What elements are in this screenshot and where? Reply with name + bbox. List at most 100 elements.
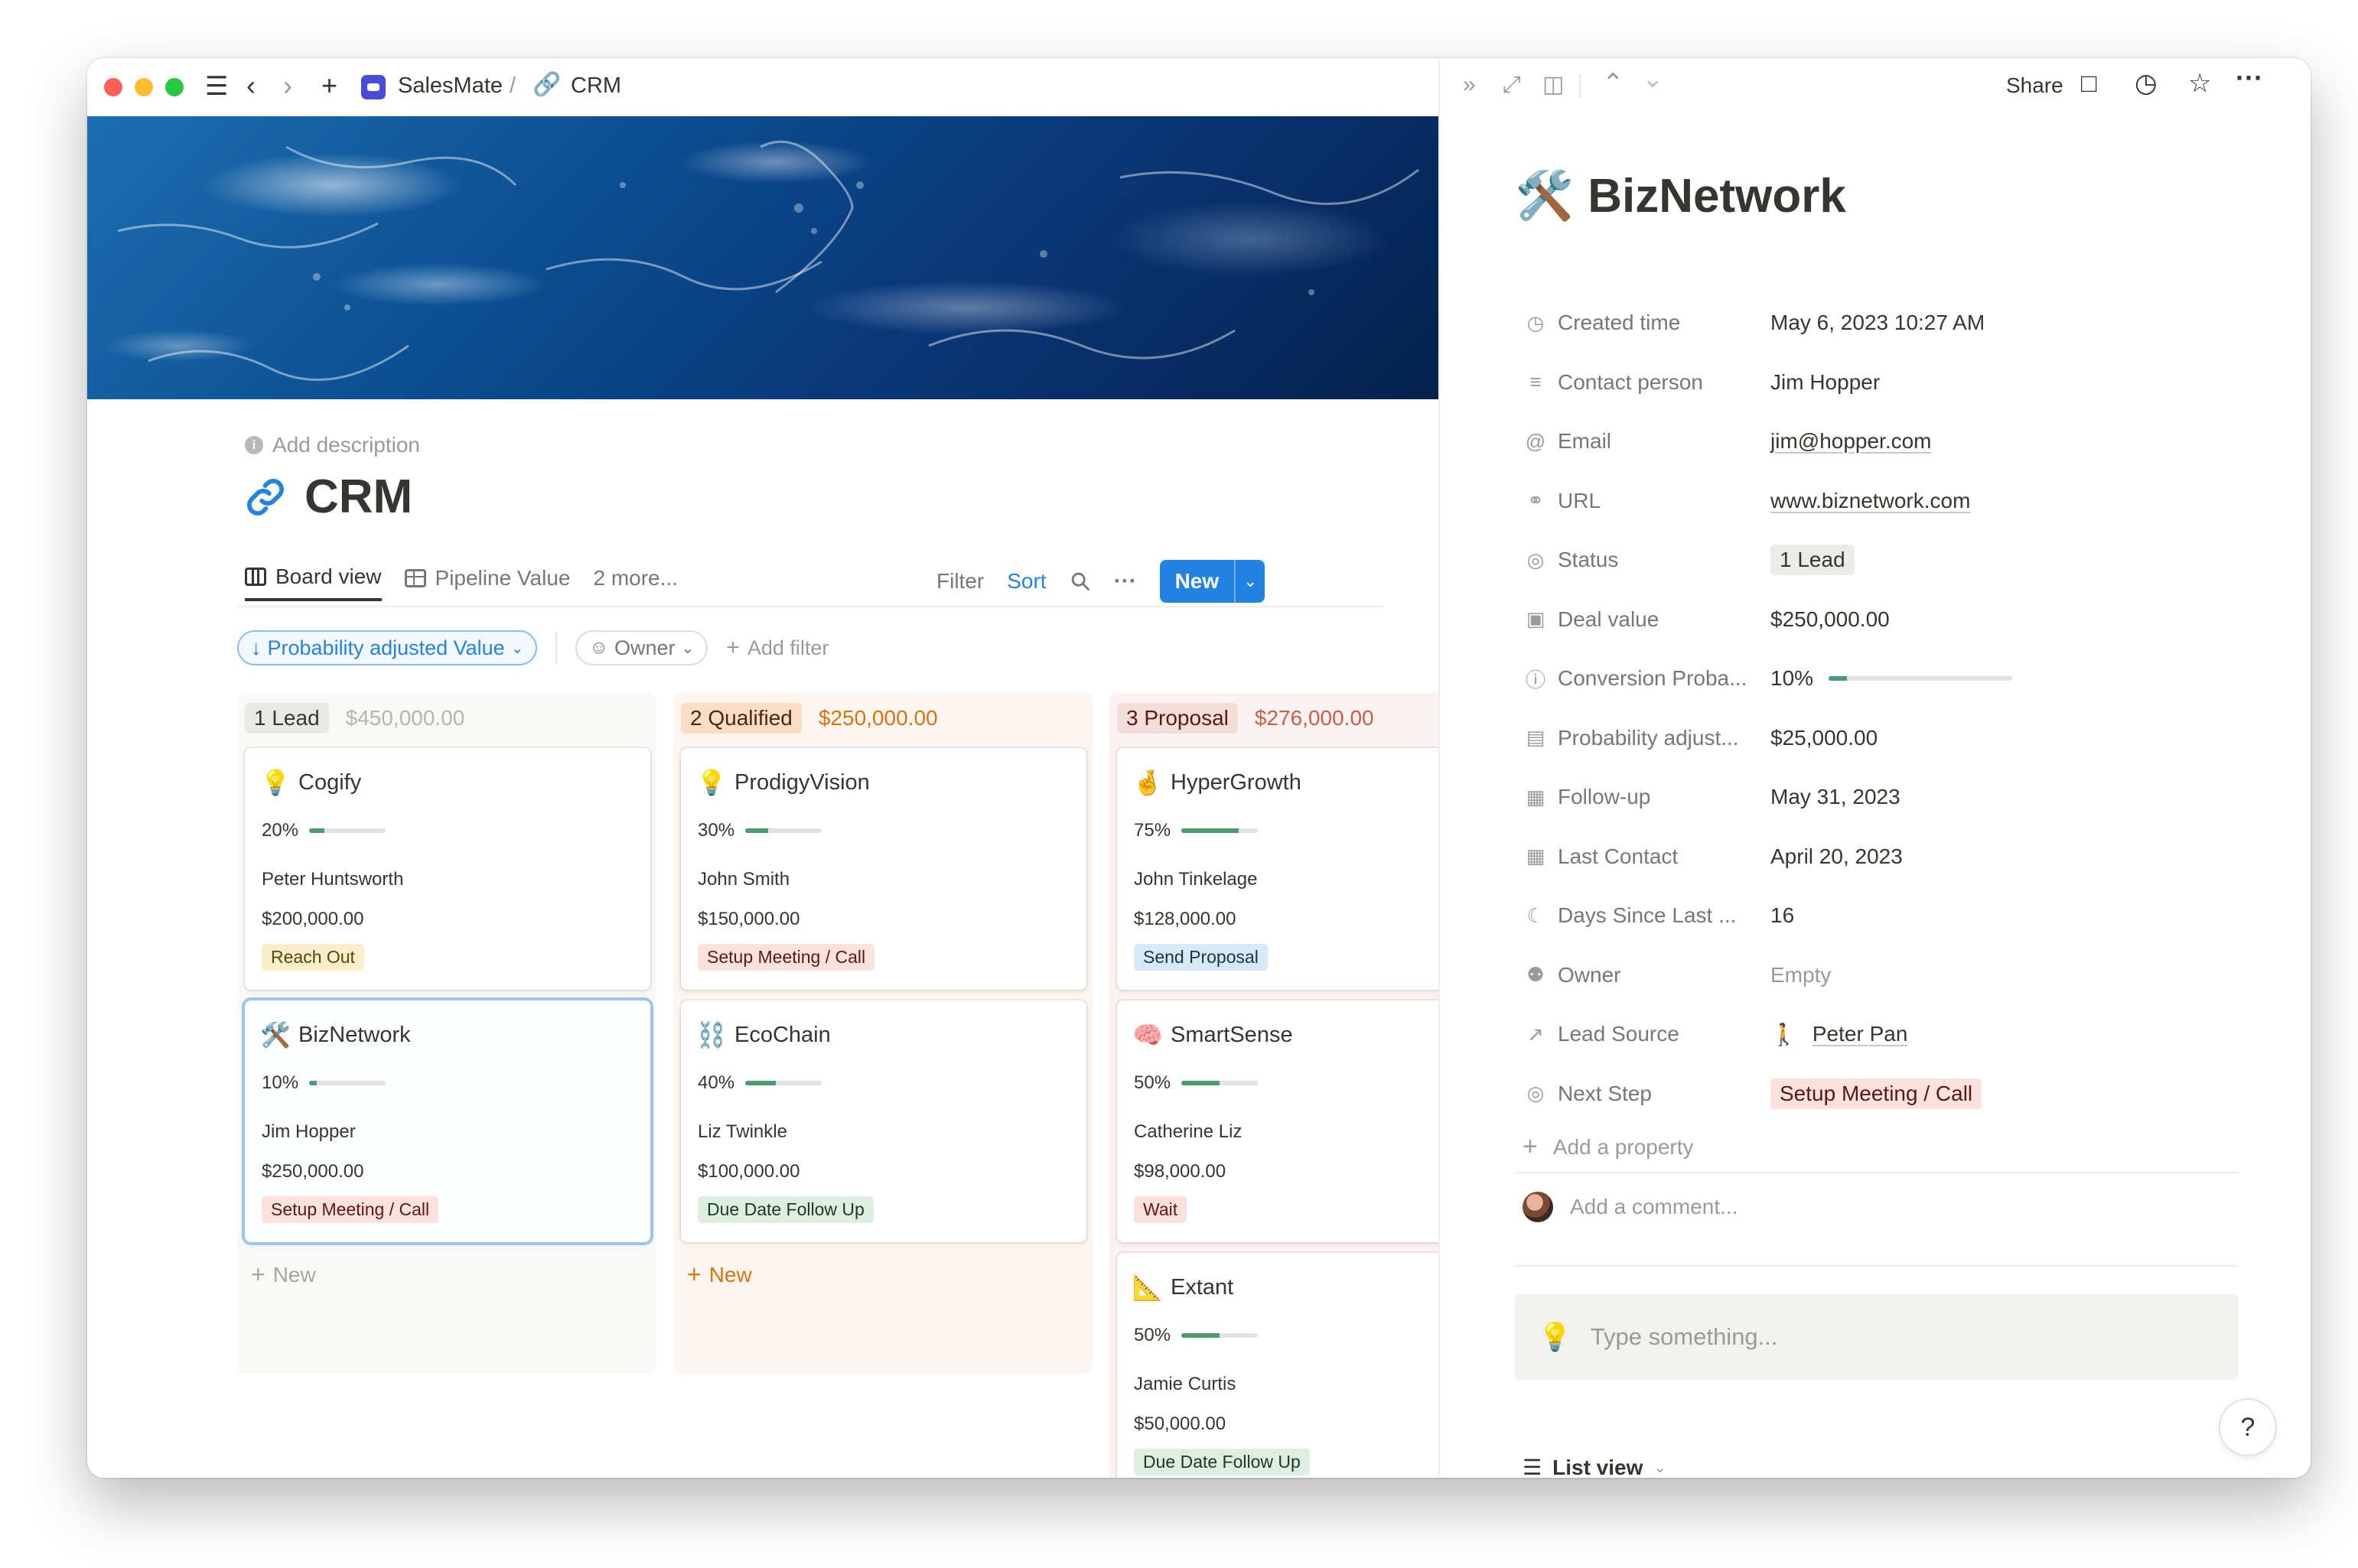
board-card[interactable]: 🛠️ BizNetwork 10% Jim Hopper $250,000.00 Setu… [245, 1000, 650, 1242]
close-panel-icon[interactable]: » [1463, 73, 1476, 96]
probability-bar-fill [1181, 1081, 1220, 1085]
property-value[interactable]: jim@hopper.com [1770, 429, 1932, 454]
search-icon[interactable] [1070, 571, 1091, 592]
tabs-divider [237, 606, 1383, 607]
property-row[interactable]: ≡ Contact person Jim Hopper [1523, 359, 2257, 405]
side-peek-icon[interactable]: ◫ [1542, 73, 1564, 96]
record-title-text[interactable]: BizNetwork [1588, 169, 1846, 223]
column-status-tag[interactable]: 2 Qualified [681, 703, 802, 734]
more-options-icon[interactable]: ··· [2236, 64, 2263, 92]
board-icon [245, 568, 266, 586]
more-options-icon[interactable]: ··· [1114, 568, 1137, 594]
property-name: Probability adjust... [1558, 725, 1739, 750]
arrow-icon: ↗ [1527, 1022, 1544, 1046]
comment-placeholder: Add a comment... [1570, 1195, 1738, 1218]
probability-label: 20% [262, 820, 299, 841]
plus-icon[interactable]: + [321, 72, 337, 99]
card-title-text: EcoChain [734, 1022, 831, 1047]
probability-bar [1181, 828, 1259, 833]
chevron-down-icon[interactable]: ⌄ [1642, 66, 1664, 92]
property-value[interactable]: www.biznetwork.com [1770, 489, 1970, 513]
property-name: URL [1558, 488, 1601, 512]
card-title: 📐 Extant [1132, 1273, 1233, 1302]
property-row[interactable]: ⓘ Conversion Proba... 10% [1523, 656, 2257, 701]
back-icon[interactable]: ‹ [246, 72, 256, 99]
property-value-text[interactable]: jim@hopper.com [1770, 429, 1932, 454]
toolbar-divider [1579, 75, 1581, 98]
property-value: May 31, 2023 [1770, 785, 1900, 809]
board-card[interactable]: ⛓️ EcoChain 40% Liz Twinkle $100,000.00 Due D… [681, 1000, 1086, 1242]
card-title: 💡 Cogify [260, 768, 361, 797]
board-card[interactable]: 💡 ProdigyVision 30% John Smith $150,000.00 Se… [681, 748, 1086, 990]
property-row[interactable]: @ Email jim@hopper.com [1523, 418, 2257, 464]
sort-pill[interactable]: ↓ Probability adjusted Value ⌄ [237, 630, 538, 665]
add-description-button[interactable]: i Add description [245, 433, 420, 457]
probability-bar-fill [745, 1081, 777, 1085]
chevron-up-icon[interactable]: ⌃ [1602, 70, 1624, 96]
tab-pipeline-value[interactable]: Pipeline Value [404, 555, 570, 601]
property-name: Last Contact [1558, 844, 1679, 868]
property-row[interactable]: ▦ Last Contact April 20, 2023 [1523, 834, 2257, 880]
add-property-button[interactable]: + Add a property [1523, 1132, 1694, 1162]
add-card-button[interactable]: + New [687, 1261, 752, 1289]
add-card-button[interactable]: + New [251, 1261, 316, 1289]
list-view-label: List view [1552, 1455, 1643, 1479]
minimize-window-button[interactable] [135, 78, 153, 96]
property-row[interactable]: ⚭ URL www.biznetwork.com [1523, 478, 2257, 524]
view-toolbar: Filter Sort ··· New ⌄ [936, 560, 1265, 603]
property-value-text[interactable]: www.biznetwork.com [1770, 489, 1970, 513]
breadcrumb-page[interactable]: CRM [571, 73, 621, 99]
tab-board-view[interactable]: Board view [245, 555, 382, 601]
sort-button[interactable]: Sort [1007, 569, 1046, 594]
owner-filter-pill[interactable]: ☺ Owner ⌄ [575, 630, 708, 665]
property-value-text: Empty [1770, 962, 1832, 987]
workspace-logo [361, 75, 386, 99]
property-name: Conversion Proba... [1558, 666, 1747, 690]
property-row[interactable]: ⚉ Owner Empty [1523, 952, 2257, 998]
property-value[interactable]: 🚶 Peter Pan [1770, 1022, 1907, 1047]
comment-icon[interactable]: □ [2081, 70, 2097, 96]
board-card[interactable]: 🧠 SmartSense 50% Catherine Liz $98,000.00 Wai… [1117, 1000, 1438, 1242]
maximize-window-button[interactable] [165, 78, 184, 96]
property-value[interactable]: 10% [1770, 666, 2013, 691]
column-status-tag[interactable]: 1 Lead [245, 703, 329, 734]
page-body-input[interactable]: 💡 Type something... [1515, 1294, 2239, 1380]
tab-more-views[interactable]: 2 more... [593, 555, 677, 601]
board-card[interactable]: 📐 Extant 50% Jamie Curtis $50,000.00 Due Date… [1117, 1253, 1438, 1478]
share-button[interactable]: Share [2006, 73, 2063, 98]
property-row[interactable]: ▤ Probability adjust... $25,000.00 [1523, 715, 2257, 761]
menu-icon[interactable]: ☰ [205, 73, 228, 99]
add-filter-button[interactable]: + Add filter [726, 635, 829, 661]
add-card-label: New [708, 1262, 752, 1287]
forward-icon[interactable]: › [283, 72, 292, 99]
property-row[interactable]: ↗ Lead Source 🚶 Peter Pan [1523, 1011, 2257, 1057]
column-status-tag[interactable]: 3 Proposal [1117, 703, 1238, 734]
property-value[interactable]: Setup Meeting / Call [1770, 1078, 1982, 1109]
property-value[interactable]: Empty [1770, 963, 1831, 987]
help-button[interactable]: ? [2220, 1400, 2275, 1455]
property-row[interactable]: ▣ Deal value $250,000.00 [1523, 597, 2257, 642]
card-deal-value: $100,000.00 [698, 1161, 800, 1182]
new-record-button[interactable]: New ⌄ [1159, 560, 1265, 603]
property-value-text: 1 Lead [1770, 545, 1855, 575]
expand-icon[interactable]: ⤢ [1503, 73, 1521, 96]
star-icon[interactable]: ☆ [2188, 70, 2211, 96]
tools-icon[interactable]: 🛠️ [1515, 168, 1574, 224]
property-row[interactable]: ☾ Days Since Last ... 16 [1523, 893, 2257, 939]
filter-button[interactable]: Filter [936, 569, 984, 594]
breadcrumb-workspace[interactable]: SalesMate [398, 73, 503, 99]
chevron-down-icon[interactable]: ⌄ [1234, 560, 1265, 603]
list-view-selector[interactable]: ☰ List view ⌄ [1523, 1455, 1666, 1479]
property-value[interactable]: 1 Lead [1770, 545, 1855, 575]
close-window-button[interactable] [104, 78, 122, 96]
property-row[interactable]: ◷ Created time May 6, 2023 10:27 AM [1523, 300, 2257, 346]
comment-composer[interactable]: Add a comment... [1523, 1192, 1738, 1222]
property-row[interactable]: ◎ Next Step Setup Meeting / Call [1523, 1071, 2257, 1117]
property-value: April 20, 2023 [1770, 844, 1903, 869]
property-row[interactable]: ▦ Follow-up May 31, 2023 [1523, 774, 2257, 820]
board-card[interactable]: 🤞 HyperGrowth 75% John Tinkelage $128,000.00… [1117, 748, 1438, 990]
property-row[interactable]: ◎ Status 1 Lead [1523, 537, 2257, 583]
history-icon[interactable]: ◷ [2135, 70, 2158, 96]
board-card[interactable]: 💡 Cogify 20% Peter Huntsworth $200,000.00 Rea… [245, 748, 650, 990]
column-header: 3 Proposal $276,000.00 [1117, 701, 1374, 736]
